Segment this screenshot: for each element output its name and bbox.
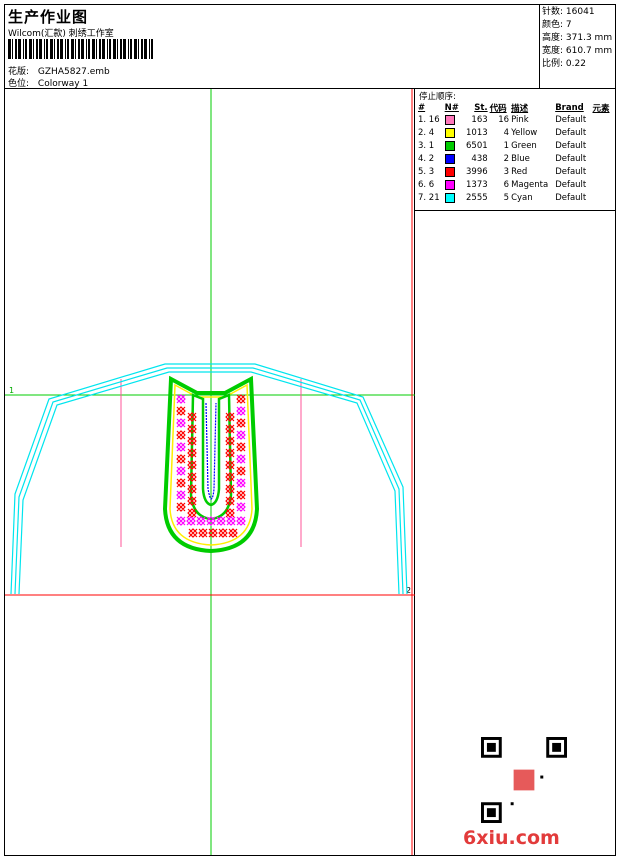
table-row: 7. 21 2555 5 Cyan Default xyxy=(418,192,587,203)
barcode-icon xyxy=(8,39,153,59)
table-row: 5. 3 3996 3 Red Default xyxy=(418,166,587,177)
table-row: 1. 16 163 16 Pink Default xyxy=(418,114,587,125)
embroidery-design: 1 2 xyxy=(5,89,415,855)
colorway-value: Colorway 1 xyxy=(37,79,89,89)
sequence-panel: 停止顺序: # N# St. 代码 描述 Brand 元素 1. 16 163 16… xyxy=(415,89,615,855)
stats-box: 针数: 16041 颜色: 7 高度: 371.3 mm 宽度: 610.7 m… xyxy=(540,5,615,89)
watermark-text: 6xiu.com xyxy=(463,827,560,849)
table-row: 3. 1 6501 1 Green Default xyxy=(418,140,587,151)
table-header: # N# St. 代码 描述 Brand 元素 xyxy=(418,102,610,114)
stat-stitches: 针数: 16041 xyxy=(542,7,595,17)
color-swatch xyxy=(444,192,455,203)
sheet-header: 生产作业图 Wilcom(汇款) 刺绣工作室 花版: GZHA5827.emb … xyxy=(5,5,540,89)
stat-height: 高度: 371.3 mm xyxy=(542,33,613,43)
neckline-outline xyxy=(10,363,408,595)
colorway-label: 色位: xyxy=(8,79,30,89)
color-swatch xyxy=(444,140,455,151)
color-swatch xyxy=(444,114,455,125)
table-row: 6. 6 1373 6 Magenta Default xyxy=(418,179,587,190)
design-area: 1 2 xyxy=(5,89,415,855)
stat-scale: 比例: 0.22 xyxy=(542,59,586,69)
marker-1: 1 xyxy=(9,386,14,395)
color-swatch xyxy=(444,166,455,177)
panel-divider xyxy=(415,210,615,211)
stat-colors: 颜色: 7 xyxy=(542,20,572,30)
color-swatch xyxy=(444,127,455,138)
colorway-line: 色位: Colorway 1 xyxy=(8,76,88,89)
stat-width: 宽度: 610.7 mm xyxy=(542,46,613,56)
sheet-subtitle: Wilcom(汇款) 刺绣工作室 xyxy=(8,29,114,39)
sheet-title: 生产作业图 xyxy=(8,8,89,26)
table-row: 4. 2 438 2 Blue Default xyxy=(418,153,587,164)
color-swatch xyxy=(444,153,455,164)
color-swatch xyxy=(444,179,455,190)
table-row: 2. 4 1013 4 Yellow Default xyxy=(418,127,587,138)
color-sequence-table: # N# St. 代码 描述 Brand 元素 1. 16 163 16 Pink De… xyxy=(417,101,613,205)
production-sheet: 生产作业图 Wilcom(汇款) 刺绣工作室 花版: GZHA5827.emb … xyxy=(4,4,616,856)
qr-code-icon xyxy=(481,737,567,823)
